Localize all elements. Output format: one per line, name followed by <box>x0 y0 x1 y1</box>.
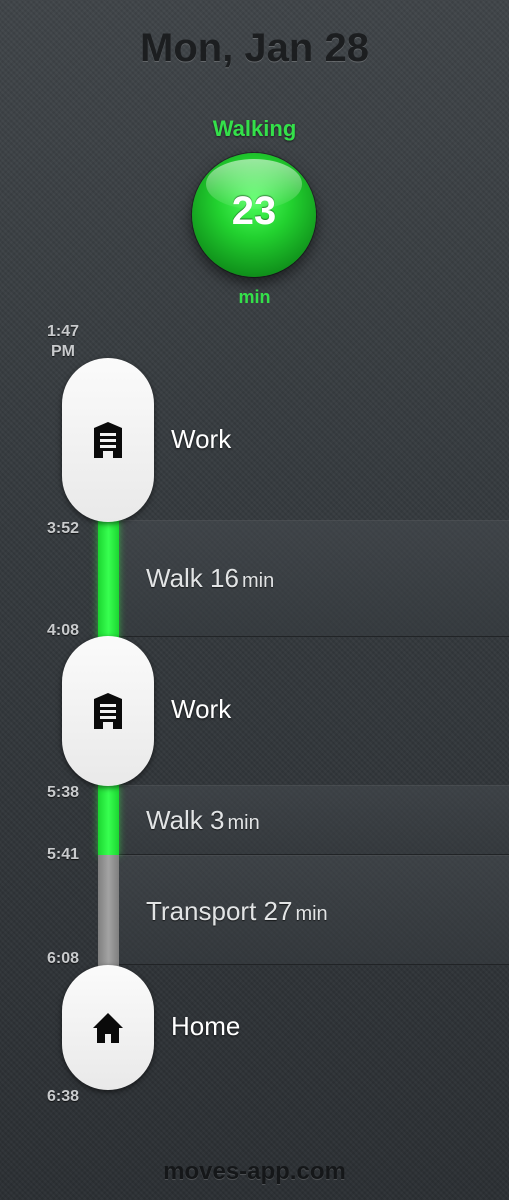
activity-summary-bubble[interactable]: 23 <box>192 153 316 277</box>
segment-duration: 27 <box>263 896 293 926</box>
place-pill-work[interactable] <box>62 636 154 786</box>
activity-unit-label: min <box>238 287 271 307</box>
segment-row-transport[interactable]: Transport 27 min <box>119 855 509 965</box>
timestamp: 5:38 <box>46 784 80 801</box>
transport-track-line <box>98 855 119 969</box>
place-label[interactable]: Work <box>171 694 231 725</box>
place-pill-work[interactable] <box>62 358 154 522</box>
segment-unit: min <box>241 570 275 592</box>
segment-row-walk[interactable]: Walk 16 min <box>119 520 509 637</box>
segment-duration: 3 <box>210 805 225 835</box>
timestamp: 4:08 <box>46 622 80 639</box>
segment-duration: 16 <box>210 563 239 593</box>
timestamp: 6:38 <box>46 1088 80 1105</box>
segment-unit: min <box>295 903 328 925</box>
place-label[interactable]: Home <box>171 1011 240 1042</box>
activity-minutes-value: 23 <box>231 189 277 233</box>
timestamp: 5:41 <box>46 846 80 863</box>
segment-unit: min <box>227 812 260 834</box>
segment-activity: Walk <box>146 563 203 593</box>
place-pill-home[interactable] <box>62 965 154 1090</box>
segment-activity: Walk <box>146 805 203 835</box>
office-building-icon <box>94 422 122 458</box>
place-label[interactable]: Work <box>171 424 231 455</box>
segment-label: Walk 3 min <box>146 805 260 836</box>
segment-label: Walk 16 min <box>146 563 274 594</box>
office-building-icon <box>94 693 122 729</box>
segment-label: Transport 27 min <box>146 896 328 927</box>
timestamp: 1:47 PM <box>46 323 80 360</box>
footer-watermark[interactable]: moves-app.com <box>0 1158 509 1186</box>
walk-track-line <box>98 515 119 642</box>
activity-type-label: Walking <box>212 116 297 141</box>
walk-track-line <box>98 782 119 856</box>
date-title: Mon, Jan 28 <box>140 26 369 70</box>
house-icon <box>93 1013 123 1043</box>
segment-row-walk[interactable]: Walk 3 min <box>119 785 509 855</box>
segment-activity: Transport <box>146 896 257 926</box>
timestamp: 3:52 <box>46 520 80 537</box>
timestamp: 6:08 <box>46 950 80 967</box>
